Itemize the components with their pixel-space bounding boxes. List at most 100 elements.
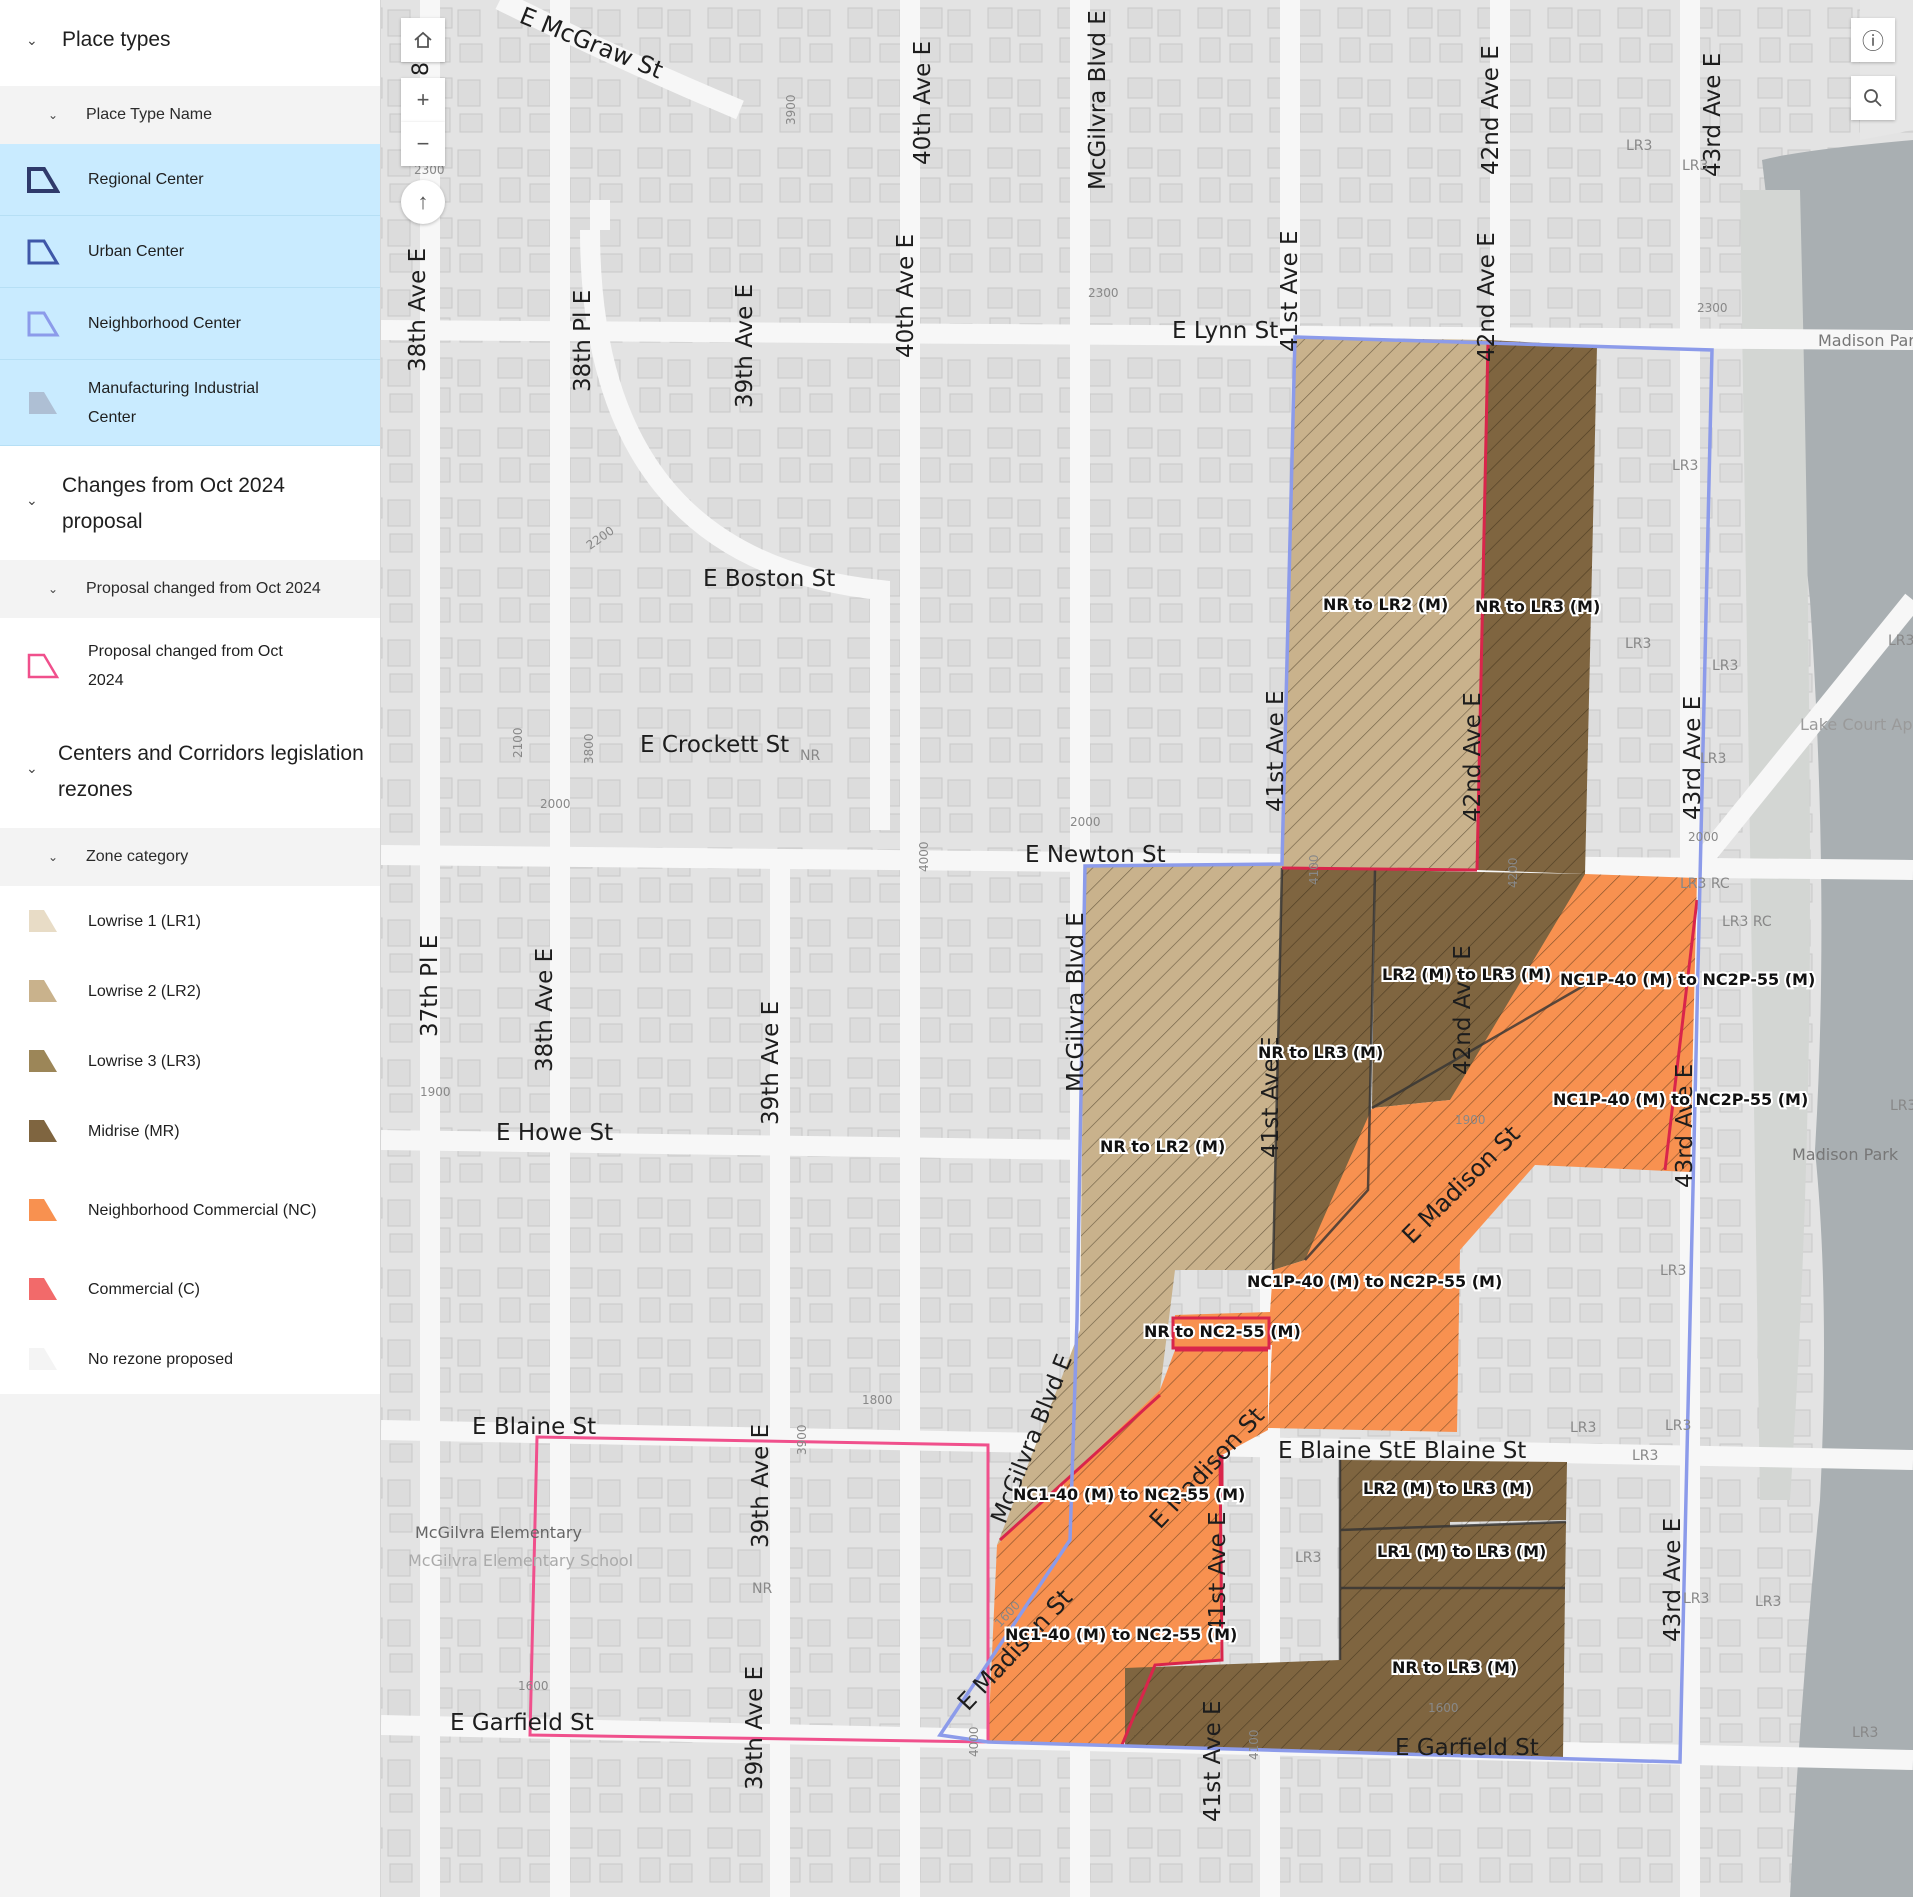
address-number: 1600 bbox=[1428, 1701, 1459, 1715]
legend-label: Neighborhood Center bbox=[88, 315, 241, 332]
legend-label: Lowrise 1 (LR1) bbox=[88, 912, 201, 930]
code-label: LR3 bbox=[1660, 1263, 1686, 1279]
street-label: 43rd Ave E bbox=[1660, 1518, 1686, 1642]
address-number: 2300 bbox=[1697, 301, 1728, 315]
address-number: 1600 bbox=[518, 1679, 549, 1693]
street-label: 39th Ave E bbox=[742, 1666, 768, 1790]
legend-label: Proposal changed from Oct 2024 bbox=[88, 643, 283, 689]
code-label: LR3 bbox=[1700, 751, 1726, 767]
c-swatch-icon bbox=[29, 1278, 57, 1300]
zoom-in-button[interactable]: + bbox=[401, 78, 445, 122]
lr3-swatch-icon bbox=[29, 1050, 57, 1072]
legend-item-mr[interactable]: Midrise (MR) bbox=[0, 1096, 380, 1166]
zone-label: LR2 (M) to LR3 (M) bbox=[1382, 965, 1551, 984]
group-rezones[interactable]: ⌄ Centers and Corridors legislation rezo… bbox=[0, 714, 380, 828]
code-label: LR3 bbox=[1682, 158, 1708, 174]
legend-item-lr1[interactable]: Lowrise 1 (LR1) bbox=[0, 886, 380, 956]
legend-item-regional-center[interactable]: Regional Center bbox=[0, 144, 380, 216]
legend-label: Urban Center bbox=[88, 243, 185, 260]
street-label: E Howe St bbox=[496, 1120, 613, 1146]
map-view[interactable]: E McGraw St E Lynn St E Boston St E Croc… bbox=[381, 0, 1913, 1897]
compass-button[interactable]: ↑ bbox=[401, 180, 445, 224]
code-label: LR3 bbox=[1888, 633, 1913, 649]
legend-item-c[interactable]: Commercial (C) bbox=[0, 1254, 380, 1324]
code-label: LR3 bbox=[1712, 658, 1738, 674]
home-icon bbox=[414, 31, 432, 48]
sub-place-type-name[interactable]: ⌄ Place Type Name bbox=[0, 86, 380, 144]
group-title: Place types bbox=[62, 28, 171, 51]
chevron-down-icon[interactable]: ⌄ bbox=[26, 492, 46, 509]
street-label: E Blaine StE Blaine St bbox=[1278, 1438, 1526, 1464]
street-label: E Garfield St bbox=[450, 1710, 594, 1736]
group-title: Changes from Oct 2024 proposal bbox=[62, 474, 285, 533]
street-label: 40th Ave E bbox=[910, 41, 936, 165]
street-label: 41st Ave E bbox=[1277, 230, 1303, 352]
sub-title: Proposal changed from Oct 2024 bbox=[86, 580, 321, 597]
group-changes[interactable]: ⌄ Changes from Oct 2024 proposal bbox=[0, 446, 380, 560]
street-label: 40th Ave E bbox=[893, 234, 919, 358]
street-label: 42nd Ave E bbox=[1460, 692, 1486, 822]
zone-label: LR1 (M) to LR3 (M) bbox=[1377, 1542, 1546, 1561]
legend-item-no-rezone[interactable]: No rezone proposed bbox=[0, 1324, 380, 1394]
poi-label: McGilvra Elementary School bbox=[408, 1551, 633, 1570]
sub-zone-category[interactable]: ⌄ Zone category bbox=[0, 828, 380, 886]
legend-item-lr2[interactable]: Lowrise 2 (LR2) bbox=[0, 956, 380, 1026]
changed-swatch-icon bbox=[27, 653, 60, 679]
north-arrow-icon: ↑ bbox=[417, 189, 429, 214]
street-label: 39th Ave E bbox=[758, 1001, 784, 1125]
sub-title: Zone category bbox=[86, 848, 189, 865]
chevron-down-icon[interactable]: ⌄ bbox=[26, 32, 46, 49]
zone-label: NR to LR3 (M) bbox=[1475, 597, 1600, 616]
sub-proposal-changed[interactable]: ⌄ Proposal changed from Oct 2024 bbox=[0, 560, 380, 618]
chevron-down-icon[interactable]: ⌄ bbox=[48, 582, 64, 596]
info-button[interactable]: ⓘ bbox=[1851, 18, 1895, 62]
address-number: 4000 bbox=[967, 1726, 981, 1757]
street-label: McGilvra Blvd E bbox=[1085, 10, 1111, 190]
code-label: LR3 bbox=[1665, 1418, 1691, 1434]
search-icon bbox=[1864, 89, 1882, 107]
lr1-swatch-icon bbox=[29, 910, 57, 932]
code-label: LR3 bbox=[1683, 1591, 1709, 1607]
group-place-types[interactable]: ⌄ Place types bbox=[0, 0, 380, 86]
code-label: LR3 bbox=[1570, 1420, 1596, 1436]
legend-item-neighborhood-center[interactable]: Neighborhood Center bbox=[0, 288, 380, 360]
zoom-out-button[interactable]: − bbox=[401, 122, 445, 166]
address-number: 2100 bbox=[511, 727, 525, 758]
zone-label: LR2 (M) to LR3 (M) bbox=[1363, 1479, 1532, 1498]
legend-item-lr3[interactable]: Lowrise 3 (LR3) bbox=[0, 1026, 380, 1096]
legend-label: Lowrise 3 (LR3) bbox=[88, 1052, 201, 1070]
info-icon: ⓘ bbox=[1861, 29, 1884, 54]
code-label: LR3 bbox=[1625, 636, 1651, 652]
address-number: 4000 bbox=[917, 841, 931, 872]
search-button[interactable] bbox=[1851, 76, 1895, 120]
code-label: LR3 RC bbox=[1680, 876, 1730, 892]
home-button[interactable] bbox=[401, 18, 445, 62]
legend-item-urban-center[interactable]: Urban Center bbox=[0, 216, 380, 288]
street-label: E Crockett St bbox=[640, 732, 789, 758]
regional-center-swatch-icon bbox=[27, 166, 60, 193]
address-number: 2000 bbox=[540, 797, 571, 811]
street-label: E Newton St bbox=[1025, 842, 1166, 868]
legend-label: Lowrise 2 (LR2) bbox=[88, 982, 201, 1000]
street-label: 39th Ave E bbox=[732, 284, 758, 408]
street-label: 41st Ave E bbox=[1205, 1511, 1231, 1633]
chevron-down-icon[interactable]: ⌄ bbox=[26, 760, 42, 777]
address-number: 3900 bbox=[784, 94, 798, 125]
chevron-down-icon[interactable]: ⌄ bbox=[48, 108, 64, 122]
legend-item-manufacturing-industrial-center[interactable]: Manufacturing Industrial Center bbox=[0, 360, 380, 446]
zone-label: NR to LR3 (M) bbox=[1392, 1658, 1517, 1677]
map-canvas[interactable]: E McGraw St E Lynn St E Boston St E Croc… bbox=[381, 0, 1913, 1897]
legend-item-proposal-changed[interactable]: Proposal changed from Oct 2024 bbox=[0, 618, 380, 714]
legend-label: Neighborhood Commercial (NC) bbox=[88, 1201, 317, 1219]
street-label: 38th Ave E bbox=[532, 948, 558, 1072]
address-number: 3800 bbox=[582, 733, 596, 764]
code-label: LR3 bbox=[1852, 1725, 1878, 1741]
street-label: 41st Ave E bbox=[1263, 690, 1289, 812]
chevron-down-icon[interactable]: ⌄ bbox=[48, 850, 64, 864]
legend-item-nc[interactable]: Neighborhood Commercial (NC) bbox=[0, 1166, 380, 1254]
street-label: 38th Ave E bbox=[405, 248, 431, 372]
address-number: 4200 bbox=[1506, 857, 1520, 888]
street-label: 39th Ave E bbox=[748, 1424, 774, 1548]
neighborhood-center-swatch-icon bbox=[27, 311, 60, 336]
zone-label: NC1P-40 (M) to NC2P-55 (M) bbox=[1560, 970, 1815, 989]
